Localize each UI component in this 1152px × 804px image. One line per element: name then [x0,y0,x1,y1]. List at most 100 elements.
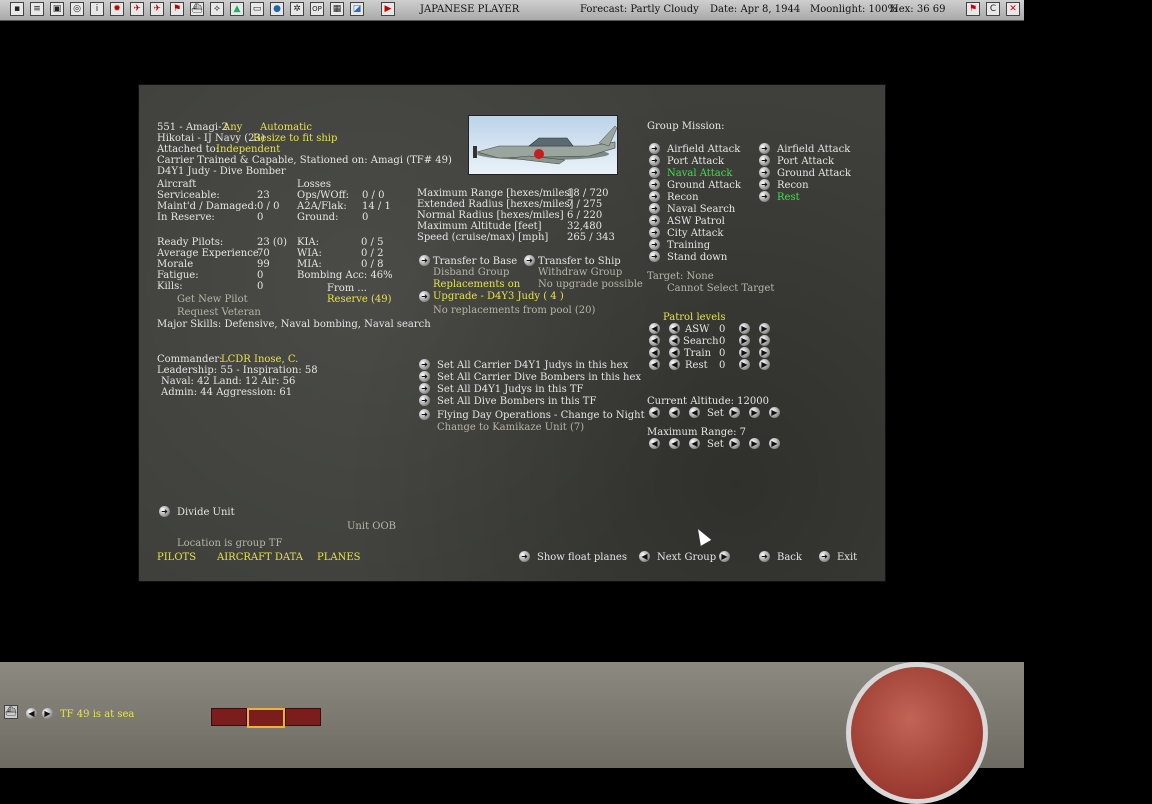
secondary-mission-option[interactable]: Ground Attack [777,168,851,179]
triple-right-arrow-icon[interactable]: ▶ [769,407,780,418]
left-arrow-icon[interactable]: ◀ [669,359,680,370]
set-carrier-judys-button[interactable]: Set All Carrier D4Y1 Judys in this hex [437,360,628,371]
aircraft-icon[interactable]: ✈ [130,2,144,16]
mission-option[interactable]: Training [667,240,710,251]
exit-button[interactable]: Exit [837,552,857,563]
back-arrow-icon[interactable]: ➜ [759,551,770,562]
double-left-arrow-icon[interactable]: ◀ [669,407,680,418]
path-icon[interactable]: ⟡ [210,2,224,16]
attached-value[interactable]: Independent [216,144,280,155]
triple-left-arrow-icon[interactable]: ◀ [649,438,660,449]
mission-option[interactable]: Naval Search [667,204,735,215]
plane-red-icon[interactable]: ✈ [150,2,164,16]
ship-icon[interactable]: ⛴ [190,2,204,16]
reserve-link[interactable]: Reserve (49) [327,294,392,305]
set-arrow-icon[interactable]: ➜ [419,371,430,382]
withdraw-group-button[interactable]: Withdraw Group [538,267,622,278]
next-tf-arrow-icon[interactable]: ▶ [42,708,53,719]
secondary-mission-option[interactable]: Recon [777,180,809,191]
altitude-set-button[interactable]: Set [707,408,724,419]
convoy-icon[interactable]: ▭ [250,2,264,16]
right-arrow-icon[interactable]: ▶ [729,438,740,449]
kamikaze-button[interactable]: Change to Kamikaze Unit (7) [437,422,584,433]
mission-option[interactable]: Airfield Attack [667,144,740,155]
mission-arrow-icon[interactable]: ➜ [649,155,660,166]
mission-option[interactable]: City Attack [667,228,723,239]
right-arrow-icon[interactable]: ▶ [739,359,750,370]
tab-pilots[interactable]: PILOTS [157,552,196,563]
ship-thumbnail[interactable] [285,708,321,726]
rising-sun-icon[interactable]: ✹ [110,2,124,16]
right-arrow-icon[interactable]: ▶ [739,335,750,346]
ship-thumbnail[interactable] [211,708,247,726]
left-arrow-icon[interactable]: ◀ [689,438,700,449]
commander-name[interactable]: LCDR Inose, C. [221,354,298,365]
left-arrow-icon[interactable]: ◀ [669,323,680,334]
network-icon[interactable]: ✲ [290,2,304,16]
set-dive-tf-button[interactable]: Set All Dive Bombers in this TF [437,396,596,407]
double-left-arrow-icon[interactable]: ◀ [649,323,660,334]
globe-icon[interactable]: ● [270,2,284,16]
map-icon[interactable]: ▪ [10,2,24,16]
double-right-arrow-icon[interactable]: ▶ [759,335,770,346]
mission-option[interactable]: Ground Attack [667,180,741,191]
mission-option[interactable]: Stand down [667,252,727,263]
ship-list-icon[interactable]: ⛴ [4,705,18,719]
show-float-planes-button[interactable]: Show float planes [537,552,627,563]
flag-red-icon[interactable]: ⚑ [966,2,980,16]
op-icon[interactable]: OP [310,2,324,16]
back-button[interactable]: Back [777,552,802,563]
upgrade-button[interactable]: Upgrade - D4Y3 Judy ( 4 ) [433,291,564,302]
next-group-arrow-icon[interactable]: ▶ [719,551,730,562]
double-left-arrow-icon[interactable]: ◀ [649,359,660,370]
resize-to-fit-link[interactable]: Resize to fit ship [253,133,337,144]
ships-icon[interactable]: ◎ [70,2,84,16]
transfer-to-base-button[interactable]: Transfer to Base [433,256,517,267]
mission-arrow-icon[interactable]: ➜ [649,227,660,238]
triple-right-arrow-icon[interactable]: ▶ [769,438,780,449]
mission-arrow-icon[interactable]: ➜ [649,143,660,154]
double-right-arrow-icon[interactable]: ▶ [749,407,760,418]
secondary-mission-option[interactable]: Airfield Attack [777,144,850,155]
exit-arrow-icon[interactable]: ➜ [819,551,830,562]
mission-option[interactable]: Port Attack [667,156,724,167]
automatic-option[interactable]: Automatic [260,122,312,133]
request-veteran-button[interactable]: Request Veteran [177,307,261,318]
set-arrow-icon[interactable]: ➜ [419,395,430,406]
flag-icon[interactable]: ⚑ [170,2,184,16]
bases-icon[interactable]: ▣ [50,2,64,16]
double-right-arrow-icon[interactable]: ▶ [759,323,770,334]
mission-option[interactable]: ASW Patrol [667,216,725,227]
close-icon[interactable]: ✕ [1006,2,1020,16]
mission-arrow-icon[interactable]: ➜ [759,143,770,154]
mission-arrow-icon[interactable]: ➜ [649,191,660,202]
flying-day-arrow-icon[interactable]: ➜ [419,409,430,420]
tab-planes[interactable]: PLANES [317,552,361,563]
tab-aircraft-data[interactable]: AIRCRAFT DATA [217,552,303,563]
double-right-arrow-icon[interactable]: ▶ [749,438,760,449]
transfer-ship-arrow-icon[interactable]: ➜ [524,255,535,266]
unit-oob-button[interactable]: Unit OOB [347,521,396,532]
flying-day-button[interactable]: Flying Day Operations - Change to Night [437,410,645,421]
mission-arrow-icon[interactable]: ➜ [649,203,660,214]
prev-tf-arrow-icon[interactable]: ◀ [26,708,37,719]
double-left-arrow-icon[interactable]: ◀ [669,438,680,449]
play-turn-icon[interactable]: ▶ [381,2,395,16]
mission-arrow-icon[interactable]: ➜ [649,215,660,226]
double-right-arrow-icon[interactable]: ▶ [759,359,770,370]
set-carrier-dive-button[interactable]: Set All Carrier Dive Bombers in this hex [437,372,641,383]
prev-group-arrow-icon[interactable]: ◀ [639,551,650,562]
transfer-to-ship-button[interactable]: Transfer to Ship [538,256,621,267]
mission-arrow-icon[interactable]: ➜ [649,167,660,178]
triple-left-arrow-icon[interactable]: ◀ [649,407,660,418]
info-icon[interactable]: i [90,2,104,16]
grid-icon[interactable]: ▦ [330,2,344,16]
c-icon[interactable]: C [986,2,1000,16]
double-left-arrow-icon[interactable]: ◀ [649,335,660,346]
left-arrow-icon[interactable]: ◀ [669,335,680,346]
get-new-pilot-button[interactable]: Get New Pilot [177,294,248,305]
secondary-mission-option[interactable]: Port Attack [777,156,834,167]
mission-option-selected[interactable]: Naval Attack [667,168,732,179]
list-icon[interactable]: ≡ [30,2,44,16]
left-arrow-icon[interactable]: ◀ [669,347,680,358]
